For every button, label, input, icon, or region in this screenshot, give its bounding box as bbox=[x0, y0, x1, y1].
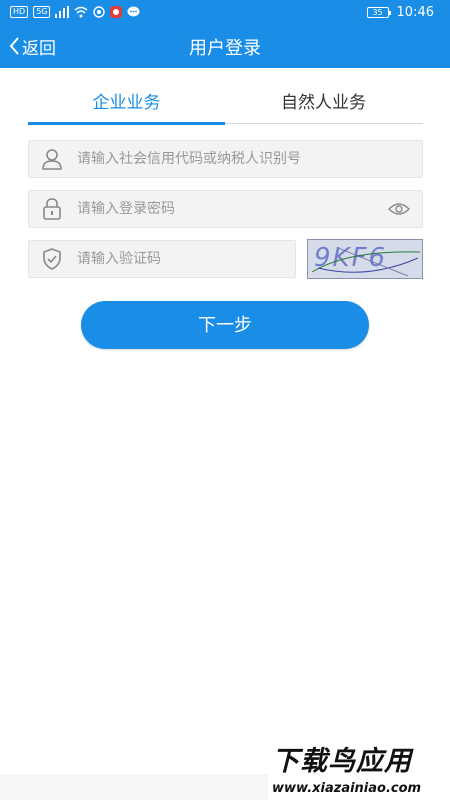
lock-icon bbox=[39, 196, 65, 222]
password-input[interactable] bbox=[77, 201, 386, 217]
app-notification-icon bbox=[93, 6, 106, 18]
page-title: 用户登录 bbox=[189, 38, 261, 59]
tab-individual[interactable]: 自然人业务 bbox=[225, 86, 422, 124]
tax-id-input[interactable] bbox=[77, 151, 422, 167]
captcha-noise bbox=[311, 247, 421, 277]
watermark-url: www.xiazainiao.com bbox=[272, 781, 422, 796]
network-badge: 5G bbox=[33, 6, 51, 18]
captcha-field bbox=[28, 240, 296, 278]
watermark: 下载鸟应用 www.xiazainiao.com bbox=[268, 737, 450, 800]
next-step-button[interactable]: 下一步 bbox=[81, 301, 369, 349]
active-tab-indicator bbox=[28, 122, 225, 125]
tax-id-field bbox=[28, 140, 423, 178]
user-icon bbox=[39, 146, 65, 172]
status-left: HD 5G bbox=[10, 4, 140, 20]
hd-badge: HD bbox=[10, 6, 29, 18]
login-panel: 企业业务 自然人业务 9KF6 下一步 bbox=[0, 68, 450, 774]
battery-icon: 35 bbox=[366, 6, 391, 18]
app-header: HD 5G 35 10:46 返回 用户登录 bbox=[0, 0, 450, 68]
tab-enterprise[interactable]: 企业业务 bbox=[28, 86, 225, 124]
password-field bbox=[28, 190, 423, 228]
business-tabs: 企业业务 自然人业务 bbox=[28, 86, 423, 125]
watermark-brand: 下载鸟应用 bbox=[272, 746, 412, 777]
status-bar: HD 5G 35 10:46 bbox=[0, 0, 450, 24]
clock: 10:46 bbox=[396, 4, 434, 20]
wifi-icon bbox=[75, 6, 88, 18]
weibo-icon bbox=[110, 6, 123, 18]
captcha-input[interactable] bbox=[77, 251, 295, 267]
eye-icon[interactable] bbox=[386, 196, 412, 222]
status-right: 35 10:46 bbox=[366, 4, 434, 20]
nav-bar: 返回 用户登录 bbox=[0, 24, 450, 68]
signal-icon bbox=[55, 6, 70, 18]
chat-icon bbox=[127, 6, 140, 17]
captcha-image[interactable]: 9KF6 bbox=[307, 239, 423, 279]
shield-check-icon bbox=[39, 246, 65, 272]
